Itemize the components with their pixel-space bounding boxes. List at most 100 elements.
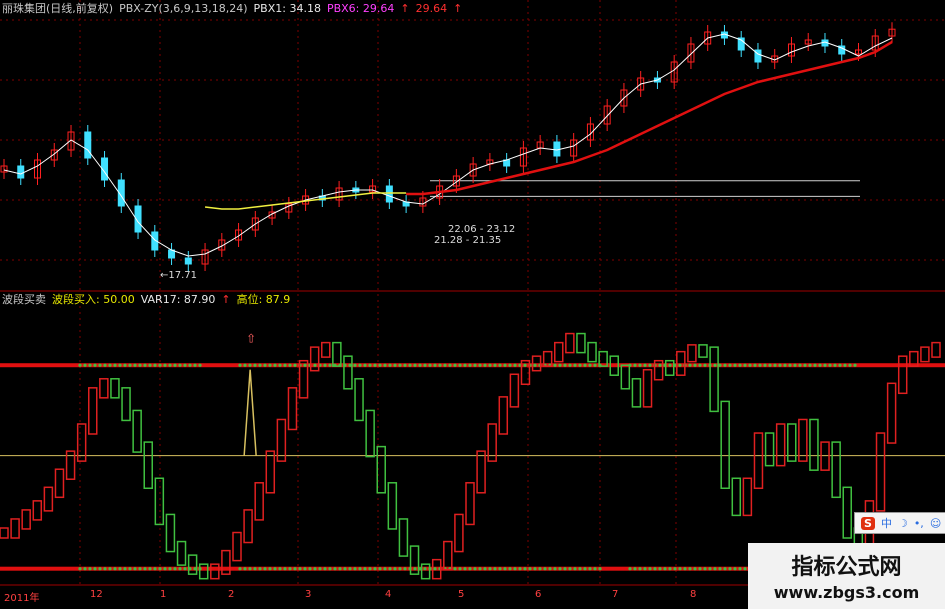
osc-high-dot xyxy=(563,363,567,367)
osc-high-dot xyxy=(593,363,597,367)
osc-high-dot xyxy=(363,363,367,367)
osc-high-dot xyxy=(838,363,842,367)
watermark-title: 指标公式网 xyxy=(791,555,902,580)
osc-bar xyxy=(343,355,353,390)
osc-high-dot xyxy=(398,363,402,367)
x-tick: 7 xyxy=(612,589,619,600)
osc-high-dot xyxy=(808,363,812,367)
osc-high-dot xyxy=(853,363,857,367)
osc-low-dot xyxy=(98,567,102,571)
osc-high-dot xyxy=(278,363,282,367)
osc-low-dot xyxy=(663,567,667,571)
extra-value: 29.64 xyxy=(415,2,448,15)
osc-low-dot xyxy=(78,567,82,571)
chinese-mode-icon[interactable]: 中 xyxy=(881,515,892,531)
osc-bar xyxy=(265,450,276,494)
osc-high-dot xyxy=(133,363,137,367)
osc-low-dot xyxy=(433,567,437,571)
osc-bar xyxy=(187,554,198,575)
osc-high-dot xyxy=(388,363,392,367)
osc-low-dot xyxy=(683,567,687,571)
osc-low-dot xyxy=(563,567,567,571)
osc-high-dot xyxy=(818,363,822,367)
watermark-url: www.zbgs3.com xyxy=(773,583,920,602)
osc-high-dot xyxy=(793,363,797,367)
osc-low-dot xyxy=(263,567,267,571)
osc-high-dot xyxy=(443,363,447,367)
osc-high-dot xyxy=(833,363,837,367)
pbx6-value: PBX6: 29.64 xyxy=(326,2,395,15)
osc-low-dot xyxy=(713,567,717,571)
osc-low-dot xyxy=(703,567,707,571)
osc-low-dot xyxy=(523,567,527,571)
osc-low-dot xyxy=(288,567,292,571)
x-tick: 12 xyxy=(90,589,103,600)
osc-high-dot xyxy=(128,363,132,367)
sogou-icon[interactable]: S xyxy=(861,516,875,530)
smile-icon[interactable]: ☺ xyxy=(930,517,941,530)
osc-low-dot xyxy=(278,567,282,571)
osc-high-dot xyxy=(288,363,292,367)
osc-high-dot xyxy=(428,363,432,367)
osc-low-dot xyxy=(453,567,457,571)
osc-bar xyxy=(165,513,176,553)
osc-high-dot xyxy=(843,363,847,367)
osc-high-dot xyxy=(438,363,442,367)
punctuation-icon[interactable]: •, xyxy=(914,517,924,530)
osc-high-dot xyxy=(118,363,122,367)
osc-bar xyxy=(742,477,753,517)
osc-high-dot xyxy=(423,363,427,367)
osc-high-dot xyxy=(493,363,497,367)
osc-low-dot xyxy=(693,567,697,571)
osc-bar xyxy=(243,509,253,544)
osc-low-dot xyxy=(378,567,382,571)
osc-high-dot xyxy=(273,363,277,367)
osc-bar xyxy=(565,332,575,354)
osc-low-dot xyxy=(688,567,692,571)
osc-low-dot xyxy=(488,567,492,571)
ime-toolbar[interactable]: S 中 ☽ •, ☺ ▦ xyxy=(854,512,945,534)
osc-bar xyxy=(554,341,564,363)
osc-low-dot xyxy=(403,567,407,571)
osc-high-dot xyxy=(88,363,92,367)
osc-bar xyxy=(687,344,697,363)
osc-high-dot xyxy=(138,363,142,367)
osc-bar xyxy=(10,518,20,539)
osc-low-dot xyxy=(88,567,92,571)
osc-high-dot xyxy=(678,363,682,367)
osc-low-dot xyxy=(143,567,147,571)
osc-bar xyxy=(465,482,475,526)
osc-low-dot xyxy=(498,567,502,571)
osc-bar xyxy=(132,409,142,453)
osc-low-dot xyxy=(138,567,142,571)
osc-high-dot xyxy=(378,363,382,367)
osc-low-dot xyxy=(643,567,647,571)
osc-high-line xyxy=(0,363,945,368)
osc-high-dot xyxy=(263,363,267,367)
osc-bar xyxy=(443,540,453,571)
osc-low-dot xyxy=(473,567,477,571)
stock-title: 丽珠集团(日线,前复权) xyxy=(2,2,114,15)
osc-low-dot xyxy=(173,567,177,571)
osc-high-dot xyxy=(433,363,437,367)
osc-low-dot xyxy=(593,567,597,571)
osc-high-dot xyxy=(458,363,462,367)
osc-low-dot xyxy=(708,567,712,571)
osc-high-dot xyxy=(178,363,182,367)
moon-icon[interactable]: ☽ xyxy=(898,517,908,530)
osc-low-dot xyxy=(118,567,122,571)
osc-bar xyxy=(276,418,287,462)
osc-low-dot xyxy=(678,567,682,571)
osc-bar xyxy=(99,378,109,399)
osc-high-dot xyxy=(743,363,747,367)
osc-bar xyxy=(198,563,209,580)
oscillator-panel-header: 波段买卖 波段买入: 50.00 VAR17: 87.90 ↑ 高位: 87.9 xyxy=(2,293,296,306)
osc-low-dot xyxy=(123,567,127,571)
osc-bar xyxy=(232,531,242,562)
osc-high-dot xyxy=(718,363,722,367)
osc-high-dot xyxy=(483,363,487,367)
osc-low-dot xyxy=(738,567,742,571)
osc-bar xyxy=(210,563,220,580)
osc-high-dot xyxy=(283,363,287,367)
osc-low-dot xyxy=(673,567,677,571)
